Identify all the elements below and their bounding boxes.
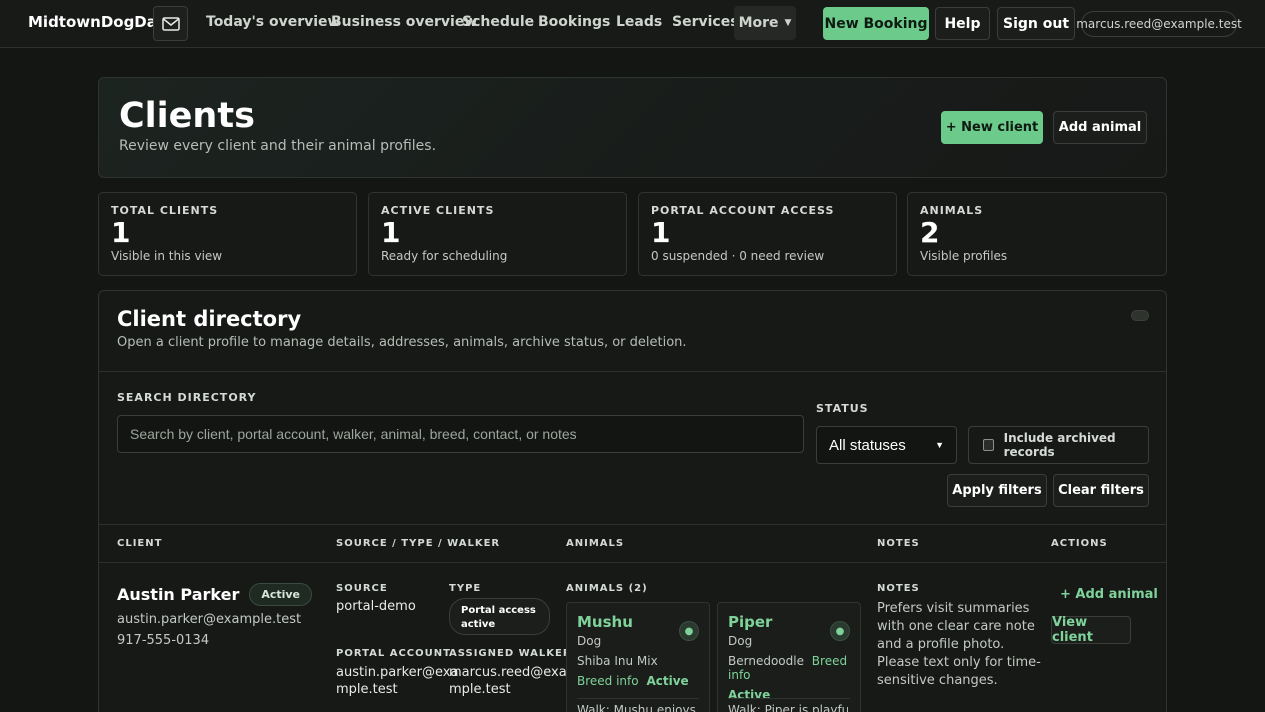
user-email-pill[interactable]: marcus.reed@example.test bbox=[1076, 11, 1242, 37]
divider bbox=[99, 524, 1166, 525]
walk-note: Walk: Mushu enjoys a bbox=[577, 703, 697, 712]
directory-description: Open a client profile to manage details,… bbox=[117, 335, 687, 350]
more-menu-button[interactable]: More ▼ bbox=[734, 6, 796, 40]
stat-subtext: Visible in this view bbox=[111, 249, 223, 263]
client-notes: Prefers visit summaries with one clear c… bbox=[877, 601, 1041, 688]
status-label: STATUS bbox=[816, 402, 869, 415]
paw-icon[interactable]: ● bbox=[679, 621, 699, 641]
animal-card-piper[interactable]: Piper Dog Bernedoodle Breed info Active … bbox=[717, 602, 861, 712]
animal-status: Active bbox=[646, 674, 689, 688]
type-badge: Portal access active bbox=[449, 598, 550, 635]
clear-filters-button[interactable]: Clear filters bbox=[1053, 474, 1149, 507]
assigned-walker-value: marcus.reed@exa mple.test bbox=[449, 664, 567, 698]
divider bbox=[99, 371, 1166, 372]
status-value: All statuses bbox=[829, 436, 906, 454]
nav-link-services[interactable]: Services bbox=[672, 14, 739, 30]
stat-value: 1 bbox=[381, 216, 401, 249]
add-animal-button[interactable]: Add animal bbox=[1053, 111, 1147, 144]
page-title: Clients bbox=[119, 96, 255, 136]
stat-subtext: 0 suspended · 0 need review bbox=[651, 249, 825, 263]
animals-count-label: ANIMALS (2) bbox=[566, 583, 648, 594]
caret-down-icon: ▼ bbox=[784, 18, 792, 28]
top-nav: MidtownDogDad Today's overview Business … bbox=[0, 0, 1265, 48]
column-header-animals: ANIMALS bbox=[566, 538, 625, 549]
stat-label: ACTIVE CLIENTS bbox=[381, 204, 495, 217]
stat-subtext: Visible profiles bbox=[920, 249, 1008, 263]
stat-animals: ANIMALS 2 Visible profiles bbox=[907, 192, 1167, 276]
column-header-source: SOURCE / TYPE / WALKER bbox=[336, 538, 501, 549]
stat-value: 2 bbox=[920, 216, 940, 249]
client-phone: 917-555-0134 bbox=[117, 633, 210, 648]
new-booking-button[interactable]: New Booking bbox=[823, 7, 929, 40]
animal-breed: Shiba Inu Mix bbox=[577, 654, 658, 668]
apply-filters-button[interactable]: Apply filters bbox=[947, 474, 1047, 507]
client-name[interactable]: Austin Parker bbox=[117, 585, 239, 604]
search-label: SEARCH DIRECTORY bbox=[117, 391, 257, 404]
source-label: SOURCE bbox=[336, 583, 388, 594]
chevron-down-icon: ▼ bbox=[935, 440, 944, 450]
nav-link-bookings[interactable]: Bookings bbox=[538, 14, 610, 30]
paw-icon[interactable]: ● bbox=[830, 621, 850, 641]
nav-link-schedule[interactable]: Schedule bbox=[462, 14, 534, 30]
include-archived-toggle[interactable]: Include archived records bbox=[968, 426, 1149, 464]
client-email: austin.parker@example.test bbox=[117, 612, 302, 627]
stat-subtext: Ready for scheduling bbox=[381, 249, 508, 263]
help-button[interactable]: Help bbox=[935, 7, 990, 40]
breed-info-link[interactable]: Breed info bbox=[577, 674, 639, 688]
search-placeholder: Search by client, portal account, walker… bbox=[130, 426, 577, 442]
more-label: More bbox=[738, 15, 779, 31]
column-header-client: CLIENT bbox=[117, 538, 163, 549]
stat-label: PORTAL ACCOUNT ACCESS bbox=[651, 204, 835, 217]
portal-account-line-2: mple.test bbox=[336, 682, 398, 697]
nav-link-leads[interactable]: Leads bbox=[616, 14, 662, 30]
client-directory: Client directory Open a client profile t… bbox=[98, 290, 1167, 712]
assigned-walker-line-2: mple.test bbox=[449, 682, 511, 697]
include-archived-checkbox[interactable] bbox=[983, 439, 994, 451]
directory-title: Client directory bbox=[117, 307, 302, 331]
portal-account-value: austin.parker@exa mple.test bbox=[336, 664, 458, 698]
animal-card-mushu[interactable]: Mushu Dog Shiba Inu Mix Breed info Activ… bbox=[566, 602, 710, 712]
portal-account-label: PORTAL ACCOUNT bbox=[336, 648, 451, 659]
stat-active-clients: ACTIVE CLIENTS 1 Ready for scheduling bbox=[368, 192, 627, 276]
stat-value: 1 bbox=[111, 216, 131, 249]
collapse-toggle[interactable] bbox=[1131, 310, 1149, 321]
status-badge: Active bbox=[249, 583, 313, 606]
column-header-notes: NOTES bbox=[877, 538, 920, 549]
type-line-2: active bbox=[461, 619, 496, 630]
include-archived-label: Include archived records bbox=[1003, 431, 1116, 459]
walk-note: Walk: Piper is playful bbox=[728, 703, 848, 712]
brand-logo[interactable]: MidtownDogDad bbox=[28, 13, 168, 31]
stat-label: ANIMALS bbox=[920, 204, 984, 217]
type-label: TYPE bbox=[449, 583, 482, 594]
animal-breed: Bernedoodle bbox=[728, 654, 804, 668]
animal-status: Active bbox=[728, 688, 771, 702]
new-client-button[interactable]: + New client bbox=[941, 111, 1043, 144]
notes-label: NOTES bbox=[877, 583, 920, 594]
portal-account-line-1: austin.parker@exa bbox=[336, 665, 459, 680]
add-animal-link[interactable]: + Add animal bbox=[1060, 587, 1158, 602]
assigned-walker-line-1: marcus.reed@exa bbox=[449, 665, 567, 680]
divider bbox=[99, 562, 1166, 563]
view-client-button[interactable]: View client bbox=[1051, 615, 1131, 645]
status-select[interactable]: All statuses ▼ bbox=[816, 426, 957, 464]
divider bbox=[577, 698, 699, 699]
client-name-cell: Austin Parker Active bbox=[117, 583, 313, 606]
assigned-walker-label: ASSIGNED WALKER bbox=[449, 648, 572, 659]
mail-button[interactable] bbox=[153, 6, 188, 41]
stat-total-clients: TOTAL CLIENTS 1 Visible in this view bbox=[98, 192, 357, 276]
page-header: Clients Review every client and their an… bbox=[98, 77, 1167, 178]
stat-portal-access: PORTAL ACCOUNT ACCESS 1 0 suspended · 0 … bbox=[638, 192, 897, 276]
search-input[interactable]: Search by client, portal account, walker… bbox=[117, 415, 804, 453]
nav-link-todays-overview[interactable]: Today's overview bbox=[206, 14, 340, 30]
mail-icon bbox=[161, 16, 180, 31]
source-value: portal-demo bbox=[336, 599, 416, 614]
page-subtitle: Review every client and their animal pro… bbox=[119, 138, 437, 154]
stat-value: 1 bbox=[651, 216, 671, 249]
column-header-actions: ACTIONS bbox=[1051, 538, 1108, 549]
nav-link-business-overview[interactable]: Business overview bbox=[331, 14, 477, 30]
sign-out-button[interactable]: Sign out bbox=[997, 7, 1075, 40]
divider bbox=[728, 698, 850, 699]
type-line-1: Portal access bbox=[461, 605, 536, 616]
stat-label: TOTAL CLIENTS bbox=[111, 204, 219, 217]
